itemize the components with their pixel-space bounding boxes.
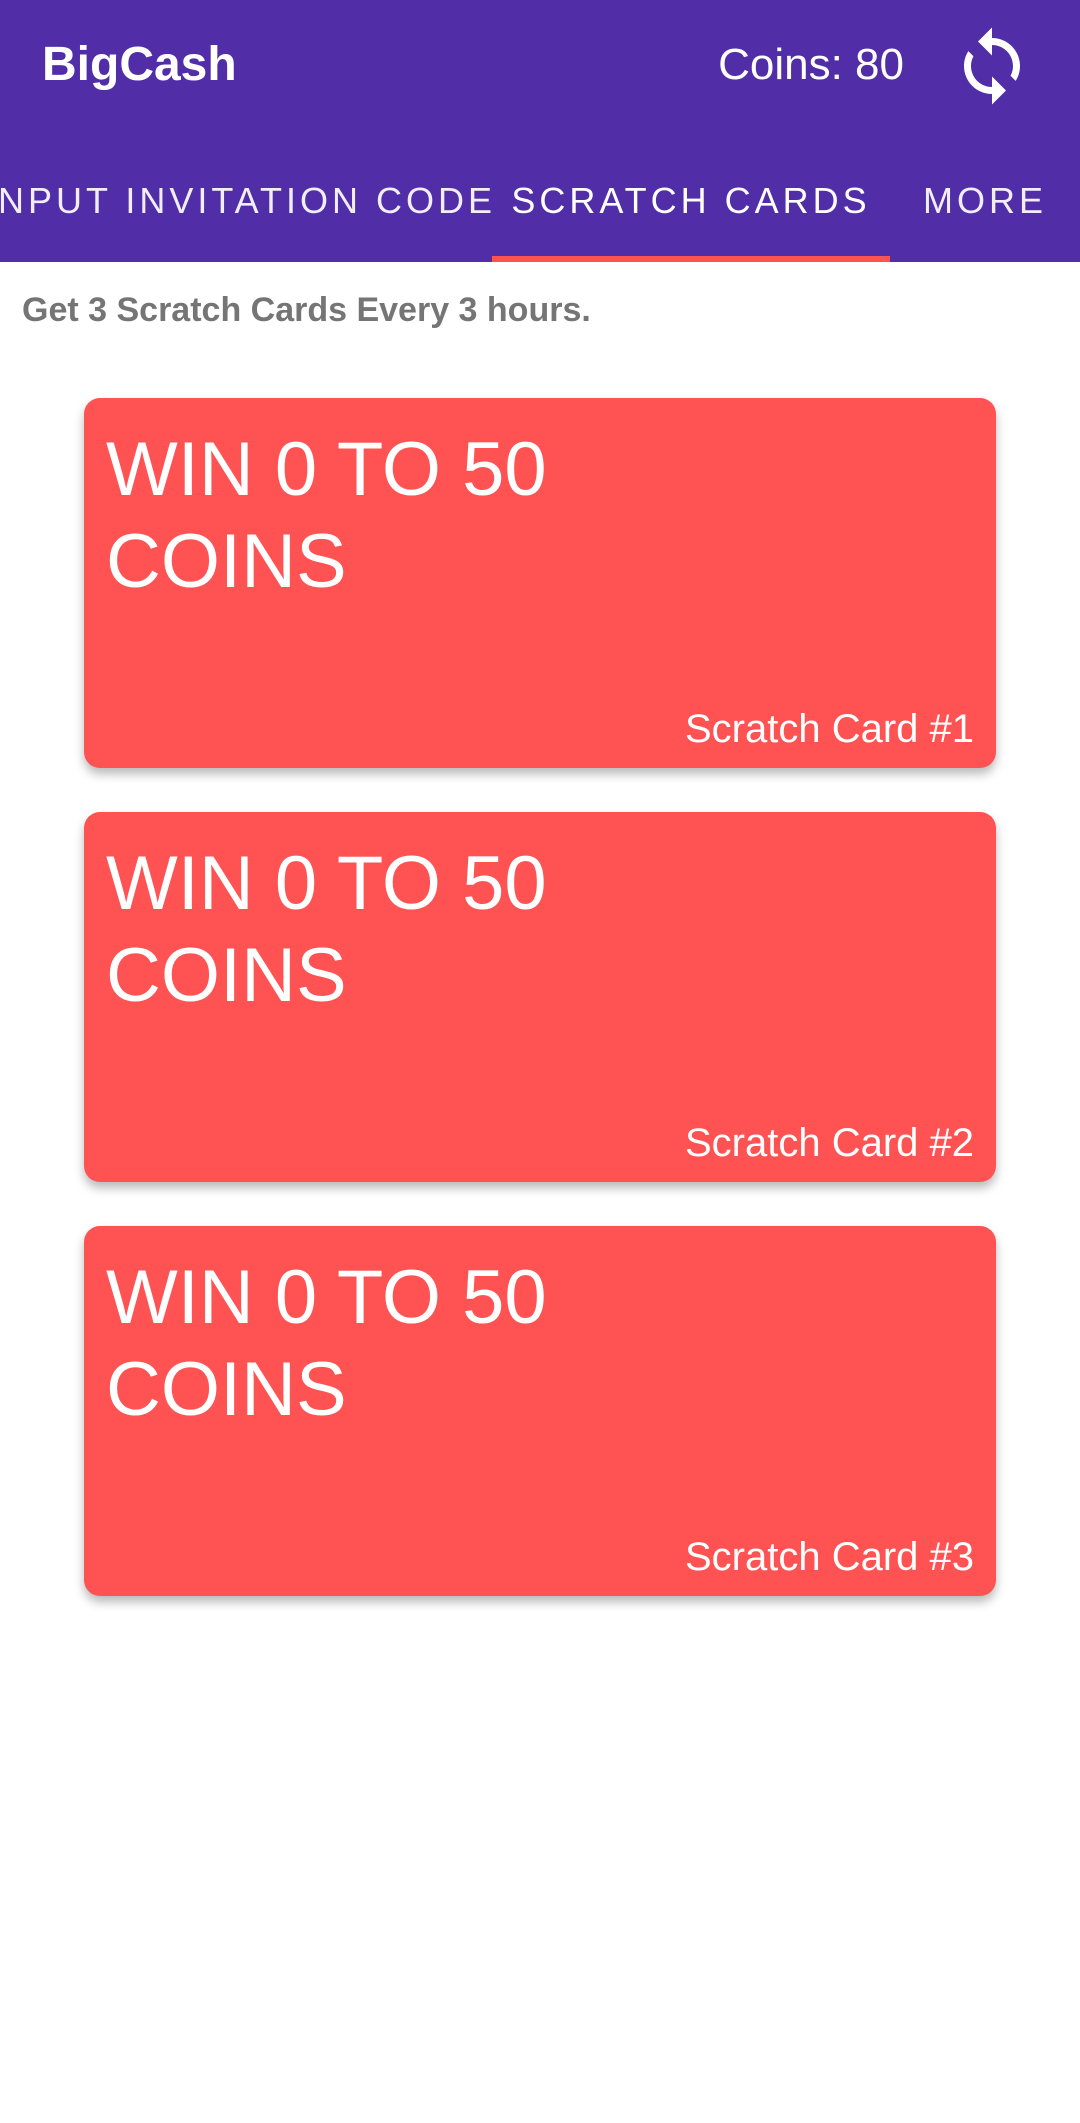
scratch-card-3[interactable]: WIN 0 TO 50 COINS Scratch Card #3 — [84, 1226, 996, 1596]
refresh-icon — [964, 27, 1020, 105]
tab-indicator — [492, 256, 890, 262]
toolbar: BigCash Coins: 80 — [0, 0, 1080, 130]
tab-input-invitation-code[interactable]: INPUT INVITATION CODE — [0, 150, 492, 262]
card-label: Scratch Card #2 — [684, 1121, 974, 1165]
tab-more[interactable]: MORE — [890, 150, 1080, 262]
app-title: BigCash — [42, 38, 237, 91]
coins-balance: Coins: 80 — [718, 40, 904, 89]
card-label: Scratch Card #3 — [684, 1535, 974, 1579]
card-label: Scratch Card #1 — [684, 707, 974, 751]
tab-scratch-cards[interactable]: SCRATCH CARDS — [492, 150, 890, 262]
card-headline: WIN 0 TO 50 COINS — [106, 841, 547, 1018]
card-headline: WIN 0 TO 50 COINS — [106, 427, 547, 604]
scratch-cards-subtitle: Get 3 Scratch Cards Every 3 hours. — [22, 291, 591, 329]
card-headline: WIN 0 TO 50 COINS — [106, 1255, 547, 1432]
tab-bar: INPUT INVITATION CODE SCRATCH CARDS MORE — [0, 150, 1080, 262]
scratch-card-2[interactable]: WIN 0 TO 50 COINS Scratch Card #2 — [84, 812, 996, 1182]
refresh-button[interactable] — [944, 18, 1040, 114]
scratch-card-1[interactable]: WIN 0 TO 50 COINS Scratch Card #1 — [84, 398, 996, 768]
app-bar: BigCash Coins: 80 INPUT INVITATION CODE … — [0, 0, 1080, 262]
